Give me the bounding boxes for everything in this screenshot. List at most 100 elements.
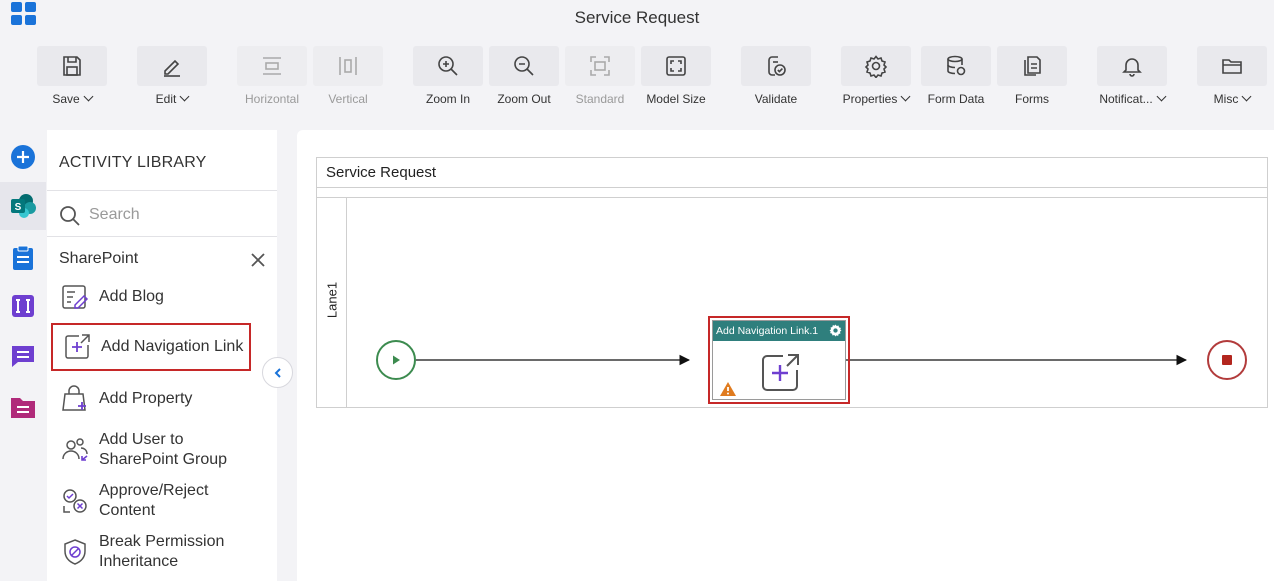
pool-title: Service Request — [317, 158, 1267, 188]
gear-icon[interactable] — [829, 324, 842, 337]
play-icon — [393, 355, 400, 365]
activity-break-permission-inheritance[interactable]: Break Permission Inheritance — [51, 528, 251, 576]
activity-label-line2: Content — [99, 502, 156, 519]
save-icon — [63, 56, 81, 76]
pool[interactable]: Service Request Lane1 Add Navigation Lin… — [316, 157, 1268, 408]
rail-comments-button[interactable] — [0, 332, 46, 380]
vertical-button[interactable]: Vertical — [313, 46, 383, 108]
toolbar: Save Edit Horizontal Vertical Zoom In Zo… — [0, 36, 1274, 112]
horizontal-label: Horizontal — [244, 92, 300, 106]
plus-circle-icon — [11, 145, 35, 169]
model-size-button[interactable]: Model Size — [641, 46, 711, 108]
activity-add-property[interactable]: Add Property — [51, 375, 251, 423]
chevron-down-icon — [83, 91, 94, 102]
rail-sharepoint-button[interactable]: S — [0, 182, 46, 230]
edit-button[interactable]: Edit — [137, 46, 207, 108]
model-size-label: Model Size — [646, 92, 706, 106]
task-header: Add Navigation Link.1 — [713, 321, 845, 341]
zoom-in-icon — [438, 56, 458, 76]
chevron-left-icon — [274, 367, 281, 378]
chevron-down-icon — [1156, 91, 1167, 102]
activity-add-navigation-link[interactable]: Add Navigation Link — [51, 323, 251, 371]
chat-icon — [12, 346, 34, 367]
add-user-icon — [62, 438, 88, 461]
zoom-out-icon — [514, 56, 534, 76]
task-add-navigation-link[interactable]: Add Navigation Link.1 — [708, 316, 850, 404]
validate-button[interactable]: Validate — [741, 46, 811, 108]
activity-add-blog[interactable]: Add Blog — [51, 273, 251, 321]
activity-label-line2: SharePoint Group — [99, 451, 228, 468]
activity-library-panel: ACTIVITY LIBRARY SharePoint Add Blog Add… — [47, 130, 277, 581]
horizontal-button[interactable]: Horizontal — [237, 46, 307, 108]
lane[interactable]: Lane1 Add Navigation Link.1 — [317, 197, 1267, 408]
search-icon — [60, 206, 80, 226]
activity-approve-reject-content[interactable]: Approve/Reject Content — [51, 477, 251, 525]
task-title: Add Navigation Link.1 — [716, 325, 819, 337]
divider — [47, 236, 277, 237]
end-event[interactable] — [1207, 340, 1247, 380]
chevron-down-icon — [179, 91, 190, 102]
zoom-in-label: Zoom In — [425, 92, 470, 106]
forms-icon — [1024, 56, 1041, 76]
standard-size-icon — [590, 56, 610, 76]
misc-button[interactable]: Misc — [1197, 46, 1267, 108]
rail-add-button[interactable] — [0, 133, 46, 181]
rail-tasks-button[interactable] — [0, 234, 46, 282]
save-label: Save — [52, 92, 80, 106]
stop-icon — [1222, 355, 1232, 365]
category-title: SharePoint — [59, 250, 139, 267]
document-folder-icon — [11, 398, 35, 418]
notifications-label: Notificat... — [1099, 92, 1153, 106]
horizontal-layout-icon — [263, 57, 281, 75]
rail-documents-button[interactable] — [0, 383, 46, 431]
chevron-down-icon — [900, 91, 911, 102]
activity-label: Add Property — [99, 390, 193, 407]
save-button[interactable]: Save — [37, 46, 107, 108]
edit-label: Edit — [155, 92, 177, 106]
divider — [47, 190, 277, 191]
gear-icon — [864, 55, 888, 78]
svg-text:S: S — [15, 202, 22, 213]
forms-label: Forms — [1015, 92, 1049, 106]
app-title: Service Request — [574, 8, 700, 27]
activity-label-line2: Inheritance — [99, 553, 179, 570]
misc-label: Misc — [1213, 92, 1239, 106]
approve-reject-icon — [63, 489, 87, 513]
zoom-out-label: Zoom Out — [497, 92, 551, 106]
add-blog-icon — [62, 285, 89, 309]
chevron-down-icon — [1241, 91, 1252, 102]
add-navigation-link-icon — [762, 354, 799, 391]
collapse-library-button[interactable] — [262, 357, 293, 388]
variables-icon — [12, 295, 34, 317]
warning-icon — [720, 382, 736, 396]
add-navigation-link-icon — [65, 334, 90, 359]
form-data-label: Form Data — [927, 92, 985, 106]
clipboard-icon — [13, 245, 33, 270]
notifications-button[interactable]: Notificat... — [1097, 46, 1167, 108]
forms-button[interactable]: Forms — [997, 46, 1067, 108]
start-event[interactable] — [376, 340, 416, 380]
rail-variables-button[interactable] — [0, 282, 46, 330]
activity-label-line1: Approve/Reject — [99, 482, 209, 499]
standard-label: Standard — [575, 92, 625, 106]
vertical-label: Vertical — [328, 92, 368, 106]
properties-button[interactable]: Properties — [841, 46, 911, 108]
add-property-icon — [62, 385, 86, 411]
vertical-layout-icon — [339, 57, 357, 75]
close-icon[interactable] — [250, 252, 266, 268]
zoom-in-button[interactable]: Zoom In — [413, 46, 483, 108]
process-canvas[interactable]: Service Request Lane1 Add Navigation Lin… — [297, 130, 1274, 581]
validate-label: Validate — [754, 92, 798, 106]
search-input[interactable] — [89, 202, 269, 228]
activity-label-line1: Add User to — [99, 431, 184, 448]
task-body: Add Navigation Link.1 — [712, 320, 846, 400]
left-rail: S — [0, 130, 46, 581]
standard-button[interactable]: Standard — [565, 46, 635, 108]
zoom-out-button[interactable]: Zoom Out — [489, 46, 559, 108]
properties-label: Properties — [842, 92, 898, 106]
activity-add-user-to-group[interactable]: Add User to SharePoint Group — [51, 426, 251, 474]
validate-icon — [768, 56, 786, 76]
form-data-button[interactable]: Form Data — [921, 46, 991, 108]
database-icon — [947, 55, 966, 76]
activity-library-title: ACTIVITY LIBRARY — [59, 154, 207, 171]
